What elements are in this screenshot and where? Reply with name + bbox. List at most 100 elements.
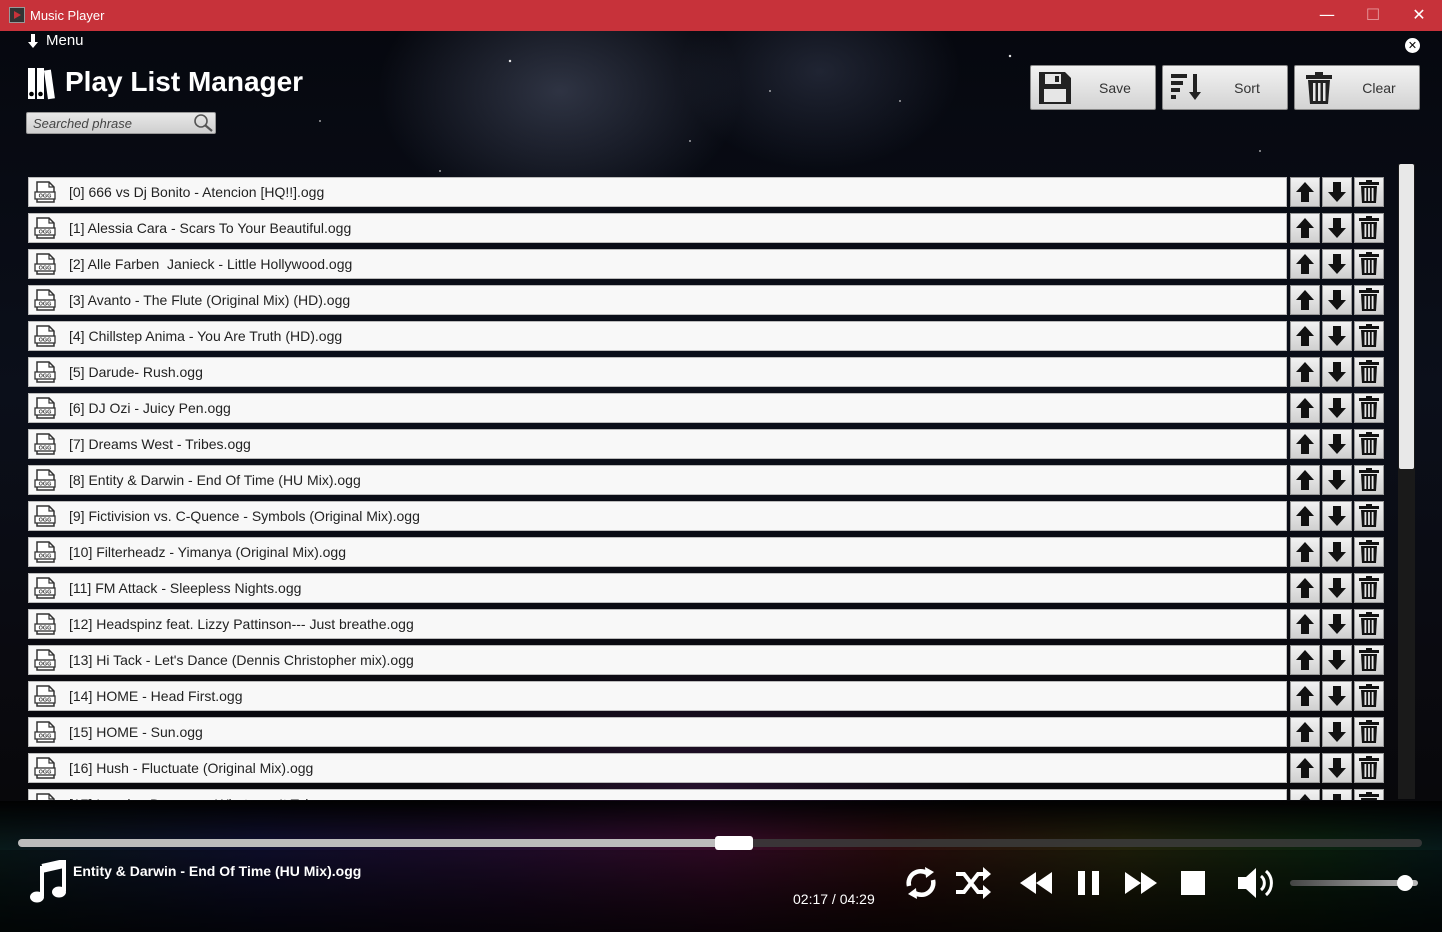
volume-icon[interactable]: [1236, 864, 1276, 902]
move-up-button[interactable]: [1290, 753, 1320, 783]
list-item[interactable]: OGG [12] Headspinz feat. Lizzy Pattinson-…: [28, 609, 1388, 639]
list-item[interactable]: OGG [14] HOME - Head First.ogg: [28, 681, 1388, 711]
move-down-button[interactable]: [1322, 717, 1352, 747]
track-entry[interactable]: OGG [13] Hi Tack - Let's Dance (Dennis Ch…: [28, 645, 1287, 675]
move-up-button[interactable]: [1290, 285, 1320, 315]
track-entry[interactable]: OGG [1] Alessia Cara - Scars To Your Beau…: [28, 213, 1287, 243]
list-item[interactable]: OGG [9] Fictivision vs. C-Quence - Symbol…: [28, 501, 1388, 531]
search-input[interactable]: [33, 115, 188, 132]
move-up-button[interactable]: [1290, 789, 1320, 800]
list-item[interactable]: OGG [16] Hush - Fluctuate (Original Mix).…: [28, 753, 1388, 783]
track-entry[interactable]: OGG [16] Hush - Fluctuate (Original Mix).…: [28, 753, 1287, 783]
track-entry[interactable]: OGG [11] FM Attack - Sleepless Nights.ogg: [28, 573, 1287, 603]
track-entry[interactable]: OGG [8] Entity & Darwin - End Of Time (HU…: [28, 465, 1287, 495]
move-down-button[interactable]: [1322, 321, 1352, 351]
move-down-button[interactable]: [1322, 213, 1352, 243]
move-up-button[interactable]: [1290, 321, 1320, 351]
list-item[interactable]: OGG [15] HOME - Sun.ogg: [28, 717, 1388, 747]
fast-forward-icon[interactable]: [1121, 864, 1161, 902]
seek-bar[interactable]: [18, 836, 1422, 850]
move-up-button[interactable]: [1290, 213, 1320, 243]
move-down-button[interactable]: [1322, 285, 1352, 315]
move-down-button[interactable]: [1322, 753, 1352, 783]
track-entry[interactable]: OGG [5] Darude- Rush.ogg: [28, 357, 1287, 387]
move-down-button[interactable]: [1322, 501, 1352, 531]
list-item[interactable]: OGG [0] 666 vs Dj Bonito - Atencion [HQ!!…: [28, 177, 1388, 207]
menu-button[interactable]: Menu: [26, 32, 84, 49]
track-entry[interactable]: OGG [6] DJ Ozi - Juicy Pen.ogg: [28, 393, 1287, 423]
clear-button[interactable]: Clear: [1294, 65, 1420, 110]
move-down-button[interactable]: [1322, 681, 1352, 711]
maximize-button[interactable]: ☐: [1350, 0, 1396, 31]
delete-track-button[interactable]: [1354, 357, 1384, 387]
list-item[interactable]: OGG [13] Hi Tack - Let's Dance (Dennis Ch…: [28, 645, 1388, 675]
volume-slider[interactable]: [1290, 875, 1418, 891]
move-down-button[interactable]: [1322, 465, 1352, 495]
move-up-button[interactable]: [1290, 501, 1320, 531]
close-button[interactable]: ✕: [1396, 0, 1442, 31]
move-up-button[interactable]: [1290, 609, 1320, 639]
delete-track-button[interactable]: [1354, 645, 1384, 675]
move-down-button[interactable]: [1322, 789, 1352, 800]
delete-track-button[interactable]: [1354, 429, 1384, 459]
minimize-button[interactable]: —: [1304, 0, 1350, 31]
move-up-button[interactable]: [1290, 717, 1320, 747]
move-down-button[interactable]: [1322, 645, 1352, 675]
volume-handle[interactable]: [1397, 875, 1414, 891]
playlist-scrollbar[interactable]: [1398, 164, 1415, 799]
seek-handle[interactable]: [715, 836, 754, 850]
move-up-button[interactable]: [1290, 429, 1320, 459]
list-item[interactable]: OGG [17] Imagine Dragons - Whatever It Ta…: [28, 789, 1388, 800]
list-item[interactable]: OGG [6] DJ Ozi - Juicy Pen.ogg: [28, 393, 1388, 423]
list-item[interactable]: OGG [10] Filterheadz - Yimanya (Original …: [28, 537, 1388, 567]
delete-track-button[interactable]: [1354, 537, 1384, 567]
delete-track-button[interactable]: [1354, 249, 1384, 279]
move-down-button[interactable]: [1322, 537, 1352, 567]
shuffle-icon[interactable]: [953, 864, 993, 902]
delete-track-button[interactable]: [1354, 465, 1384, 495]
move-down-button[interactable]: [1322, 249, 1352, 279]
list-item[interactable]: OGG [8] Entity & Darwin - End Of Time (HU…: [28, 465, 1388, 495]
track-entry[interactable]: OGG [7] Dreams West - Tribes.ogg: [28, 429, 1287, 459]
track-entry[interactable]: OGG [2] Alle Farben Janieck - Little Holl…: [28, 249, 1287, 279]
move-down-button[interactable]: [1322, 357, 1352, 387]
list-item[interactable]: OGG [3] Avanto - The Flute (Original Mix)…: [28, 285, 1388, 315]
close-panel-icon[interactable]: ✕: [1405, 38, 1420, 53]
move-up-button[interactable]: [1290, 681, 1320, 711]
move-down-button[interactable]: [1322, 609, 1352, 639]
track-entry[interactable]: OGG [10] Filterheadz - Yimanya (Original …: [28, 537, 1287, 567]
rewind-icon[interactable]: [1016, 864, 1056, 902]
track-entry[interactable]: OGG [15] HOME - Sun.ogg: [28, 717, 1287, 747]
pause-icon[interactable]: [1069, 864, 1109, 902]
track-entry[interactable]: OGG [17] Imagine Dragons - Whatever It Ta…: [28, 789, 1287, 800]
delete-track-button[interactable]: [1354, 609, 1384, 639]
move-up-button[interactable]: [1290, 537, 1320, 567]
move-down-button[interactable]: [1322, 573, 1352, 603]
delete-track-button[interactable]: [1354, 393, 1384, 423]
delete-track-button[interactable]: [1354, 717, 1384, 747]
search-icon[interactable]: [192, 113, 214, 133]
move-down-button[interactable]: [1322, 393, 1352, 423]
track-entry[interactable]: OGG [9] Fictivision vs. C-Quence - Symbol…: [28, 501, 1287, 531]
move-up-button[interactable]: [1290, 465, 1320, 495]
repeat-icon[interactable]: [901, 864, 941, 902]
list-item[interactable]: OGG [2] Alle Farben Janieck - Little Holl…: [28, 249, 1388, 279]
move-up-button[interactable]: [1290, 357, 1320, 387]
list-item[interactable]: OGG [7] Dreams West - Tribes.ogg: [28, 429, 1388, 459]
track-entry[interactable]: OGG [0] 666 vs Dj Bonito - Atencion [HQ!!…: [28, 177, 1287, 207]
save-button[interactable]: Save: [1030, 65, 1156, 110]
delete-track-button[interactable]: [1354, 753, 1384, 783]
scrollbar-thumb[interactable]: [1399, 164, 1414, 469]
delete-track-button[interactable]: [1354, 501, 1384, 531]
move-up-button[interactable]: [1290, 573, 1320, 603]
list-item[interactable]: OGG [5] Darude- Rush.ogg: [28, 357, 1388, 387]
move-down-button[interactable]: [1322, 429, 1352, 459]
delete-track-button[interactable]: [1354, 321, 1384, 351]
track-entry[interactable]: OGG [3] Avanto - The Flute (Original Mix)…: [28, 285, 1287, 315]
delete-track-button[interactable]: [1354, 573, 1384, 603]
move-up-button[interactable]: [1290, 177, 1320, 207]
sort-button[interactable]: Sort: [1162, 65, 1288, 110]
list-item[interactable]: OGG [4] Chillstep Anima - You Are Truth (…: [28, 321, 1388, 351]
delete-track-button[interactable]: [1354, 285, 1384, 315]
delete-track-button[interactable]: [1354, 177, 1384, 207]
